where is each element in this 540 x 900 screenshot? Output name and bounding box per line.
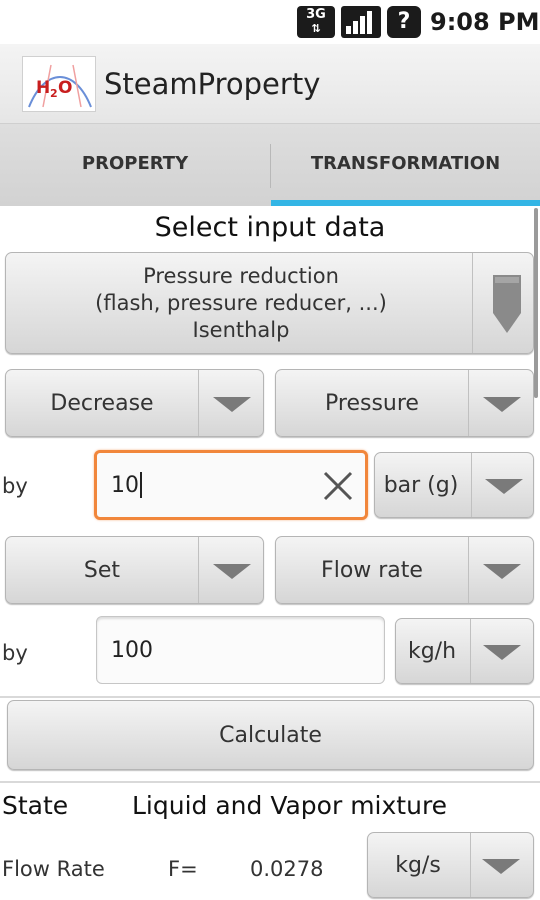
chevron-down-icon — [213, 397, 251, 412]
divider — [0, 781, 540, 783]
by-label-2: by — [2, 641, 28, 665]
unit-spinner-1[interactable]: bar (g) — [374, 452, 534, 518]
calculate-button-label: Calculate — [219, 722, 322, 748]
unit-spinner-2-value: kg/h — [407, 638, 457, 664]
tab-property[interactable]: PROPERTY — [0, 124, 270, 206]
spinner-separator — [472, 253, 473, 353]
scrollbar[interactable] — [534, 208, 538, 398]
app-logo-icon: H 2 O — [22, 56, 96, 112]
property-spinner-1[interactable]: Pressure — [275, 369, 534, 437]
transformation-line-1: Pressure reduction — [143, 264, 339, 288]
action-spinner-1-value: Decrease — [50, 390, 154, 416]
spinner-separator — [471, 453, 472, 517]
divider — [0, 696, 540, 698]
svg-text:2: 2 — [50, 87, 58, 100]
transformation-type-spinner[interactable]: Pressure reduction (flash, pressure redu… — [5, 252, 534, 354]
flow-rate-unit-value: kg/s — [395, 852, 441, 878]
clear-icon[interactable] — [321, 469, 355, 503]
action-spinner-2-value: Set — [83, 557, 121, 583]
section-heading: Select input data — [154, 212, 386, 243]
chevron-down-icon — [213, 564, 251, 579]
flow-rate-value: 0.0278 — [250, 857, 324, 881]
change-value-text: 10 — [111, 453, 142, 517]
unit-spinner-2[interactable]: kg/h — [395, 618, 534, 684]
spinner-separator — [468, 537, 469, 603]
selected-tab-indicator — [271, 200, 540, 206]
chevron-down-icon — [483, 645, 521, 660]
flow-value-text: 100 — [111, 637, 153, 663]
spinner-separator — [470, 833, 471, 897]
transformation-line-3: Isenthalp — [192, 318, 290, 342]
dropdown-handle-icon — [493, 275, 521, 333]
state-value: Liquid and Vapor mixture — [132, 791, 448, 820]
state-label: State — [2, 791, 69, 820]
action-spinner-1[interactable]: Decrease — [5, 369, 264, 437]
status-bar: 3G ⇅ ? 9:08 PM — [0, 0, 540, 44]
flow-value-input[interactable]: 100 — [96, 616, 385, 684]
action-bar: H 2 O SteamProperty — [0, 44, 540, 124]
spinner-separator — [198, 537, 199, 603]
help-icon: ? — [387, 6, 421, 38]
chevron-down-icon — [485, 479, 523, 494]
clock: 9:08 PM — [430, 8, 540, 36]
transformation-line-2: (flash, pressure reducer, ...) — [95, 291, 387, 315]
property-spinner-2-value: Flow rate — [321, 557, 423, 583]
chevron-down-icon — [482, 859, 520, 874]
flow-rate-label: Flow Rate — [2, 857, 105, 881]
network-3g-icon: 3G ⇅ — [297, 6, 335, 38]
chevron-down-icon — [483, 397, 521, 412]
signal-bars-icon — [341, 6, 381, 38]
tab-bar: PROPERTY TRANSFORMATION — [0, 124, 540, 206]
network-type-label: 3G — [306, 7, 326, 22]
chevron-down-icon — [483, 564, 521, 579]
transformation-type-text: Pressure reduction (flash, pressure redu… — [6, 263, 476, 344]
spinner-separator — [470, 619, 471, 683]
flow-rate-symbol: F= — [168, 857, 198, 881]
property-spinner-2[interactable]: Flow rate — [275, 536, 534, 604]
app-title: SteamProperty — [104, 67, 321, 101]
svg-text:O: O — [58, 78, 72, 98]
spinner-separator — [198, 370, 199, 436]
change-value: 10 — [111, 472, 139, 498]
svg-text:H: H — [36, 78, 50, 98]
by-label-1: by — [2, 474, 28, 498]
action-spinner-2[interactable]: Set — [5, 536, 264, 604]
calculate-button[interactable]: Calculate — [7, 700, 534, 770]
tab-transformation[interactable]: TRANSFORMATION — [271, 124, 540, 206]
text-cursor — [140, 472, 142, 498]
flow-rate-unit-spinner[interactable]: kg/s — [367, 832, 534, 898]
unit-spinner-1-value: bar (g) — [383, 472, 459, 498]
spinner-separator — [468, 370, 469, 436]
change-value-input[interactable]: 10 — [94, 450, 368, 520]
property-spinner-1-value: Pressure — [325, 390, 419, 416]
